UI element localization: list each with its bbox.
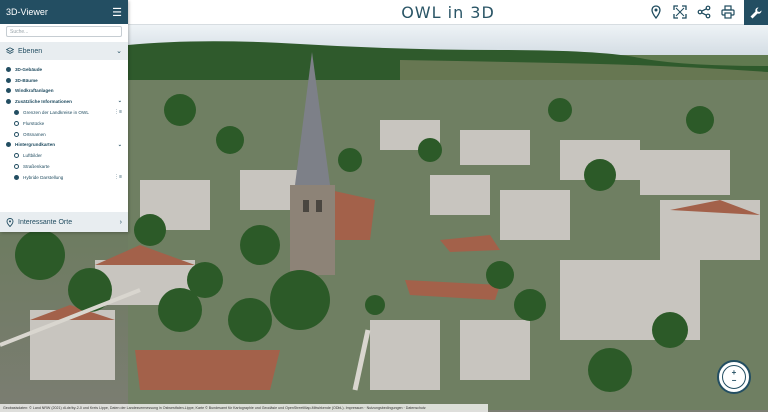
menu-icon[interactable]: ☰	[112, 6, 122, 19]
layer-aerial-photos[interactable]: Luftbilder	[6, 150, 122, 161]
layer-list: 3D-Gebäude 3D-Bäume Windkraftanlagen Zus…	[0, 60, 128, 183]
layer-label: Flurstücke	[23, 120, 45, 126]
layers-section-label: Ebenen	[18, 47, 43, 55]
attribution-bar: Geobasisdaten: © Land NRW (2021) dl-de/b…	[0, 404, 488, 412]
fullscreen-icon[interactable]	[672, 3, 688, 21]
layer-street-map[interactable]: Straßenkarte	[6, 161, 122, 172]
radio-icon	[6, 66, 11, 72]
layer-district-borders[interactable]: Grenzen der Landkreise in OWL ⋮≡	[6, 107, 122, 118]
layer-label: Grenzen der Landkreise in OWL	[23, 110, 89, 116]
radio-icon	[14, 153, 19, 159]
layer-3d-buildings[interactable]: 3D-Gebäude	[6, 64, 122, 75]
location-pin-icon	[6, 217, 14, 227]
layer-group-basemaps[interactable]: Hintergrundkarten ⌄	[6, 140, 122, 151]
radio-icon	[6, 142, 11, 148]
chevron-right-icon: ›	[119, 218, 122, 226]
places-section-header[interactable]: Interessante Orte ›	[0, 212, 128, 232]
legend-icon[interactable]: ⋮≡	[114, 174, 122, 180]
radio-icon	[14, 120, 19, 126]
layer-label: Straßenkarte	[23, 164, 50, 170]
layer-sidebar: 3D-Viewer ☰ Suche... Ebenen ⌄ 3D-Gebäude…	[0, 0, 128, 232]
zoom-control: + −	[717, 360, 751, 394]
radio-icon	[14, 131, 19, 137]
radio-icon	[14, 110, 19, 116]
top-bar: OWL in 3D	[128, 0, 768, 25]
radio-icon	[6, 77, 11, 83]
layer-parcels[interactable]: Flurstücke	[6, 118, 122, 129]
zoom-buttons: + −	[722, 365, 746, 389]
layer-label: Ortsnamen	[23, 131, 46, 137]
layer-3d-trees[interactable]: 3D-Bäume	[6, 75, 122, 86]
sidebar-title: 3D-Viewer	[6, 7, 48, 17]
location-pin-icon[interactable]	[648, 3, 664, 21]
wrench-icon[interactable]	[744, 0, 768, 25]
layer-place-names[interactable]: Ortsnamen	[6, 129, 122, 140]
sidebar-header: 3D-Viewer ☰	[0, 0, 128, 24]
toolbar	[648, 0, 768, 25]
layers-icon	[6, 47, 14, 54]
layer-wind-turbines[interactable]: Windkraftanlagen	[6, 86, 122, 97]
chevron-down-icon: ⌄	[116, 48, 122, 55]
layer-label: Hybride Darstellung	[23, 174, 64, 180]
layer-label: 3D-Bäume	[15, 77, 38, 83]
zoom-out-button[interactable]: −	[732, 377, 737, 385]
layer-group-additional-info[interactable]: Zusätzliche Informationen ⌄	[6, 96, 122, 107]
radio-icon	[6, 99, 11, 105]
layer-label: Windkraftanlagen	[15, 88, 54, 94]
search-input[interactable]: Suche...	[6, 26, 122, 37]
share-icon[interactable]	[696, 3, 712, 21]
places-section-label: Interessante Orte	[18, 218, 73, 226]
radio-icon	[14, 174, 19, 180]
layers-section-header[interactable]: Ebenen ⌄	[0, 42, 128, 60]
legend-icon[interactable]: ⋮≡	[114, 109, 122, 115]
print-icon[interactable]	[720, 3, 736, 21]
layer-label: 3D-Gebäude	[15, 66, 43, 72]
radio-icon	[6, 88, 11, 94]
chevron-down-icon[interactable]: ⌄	[118, 98, 122, 104]
layer-label: Luftbilder	[23, 153, 42, 159]
chevron-down-icon[interactable]: ⌄	[118, 142, 122, 148]
layer-label: Zusätzliche Informationen	[15, 99, 72, 105]
layer-label: Hintergrundkarten	[15, 142, 56, 148]
layer-hybrid[interactable]: Hybride Darstellung ⋮≡	[6, 172, 122, 183]
radio-icon	[14, 164, 19, 170]
